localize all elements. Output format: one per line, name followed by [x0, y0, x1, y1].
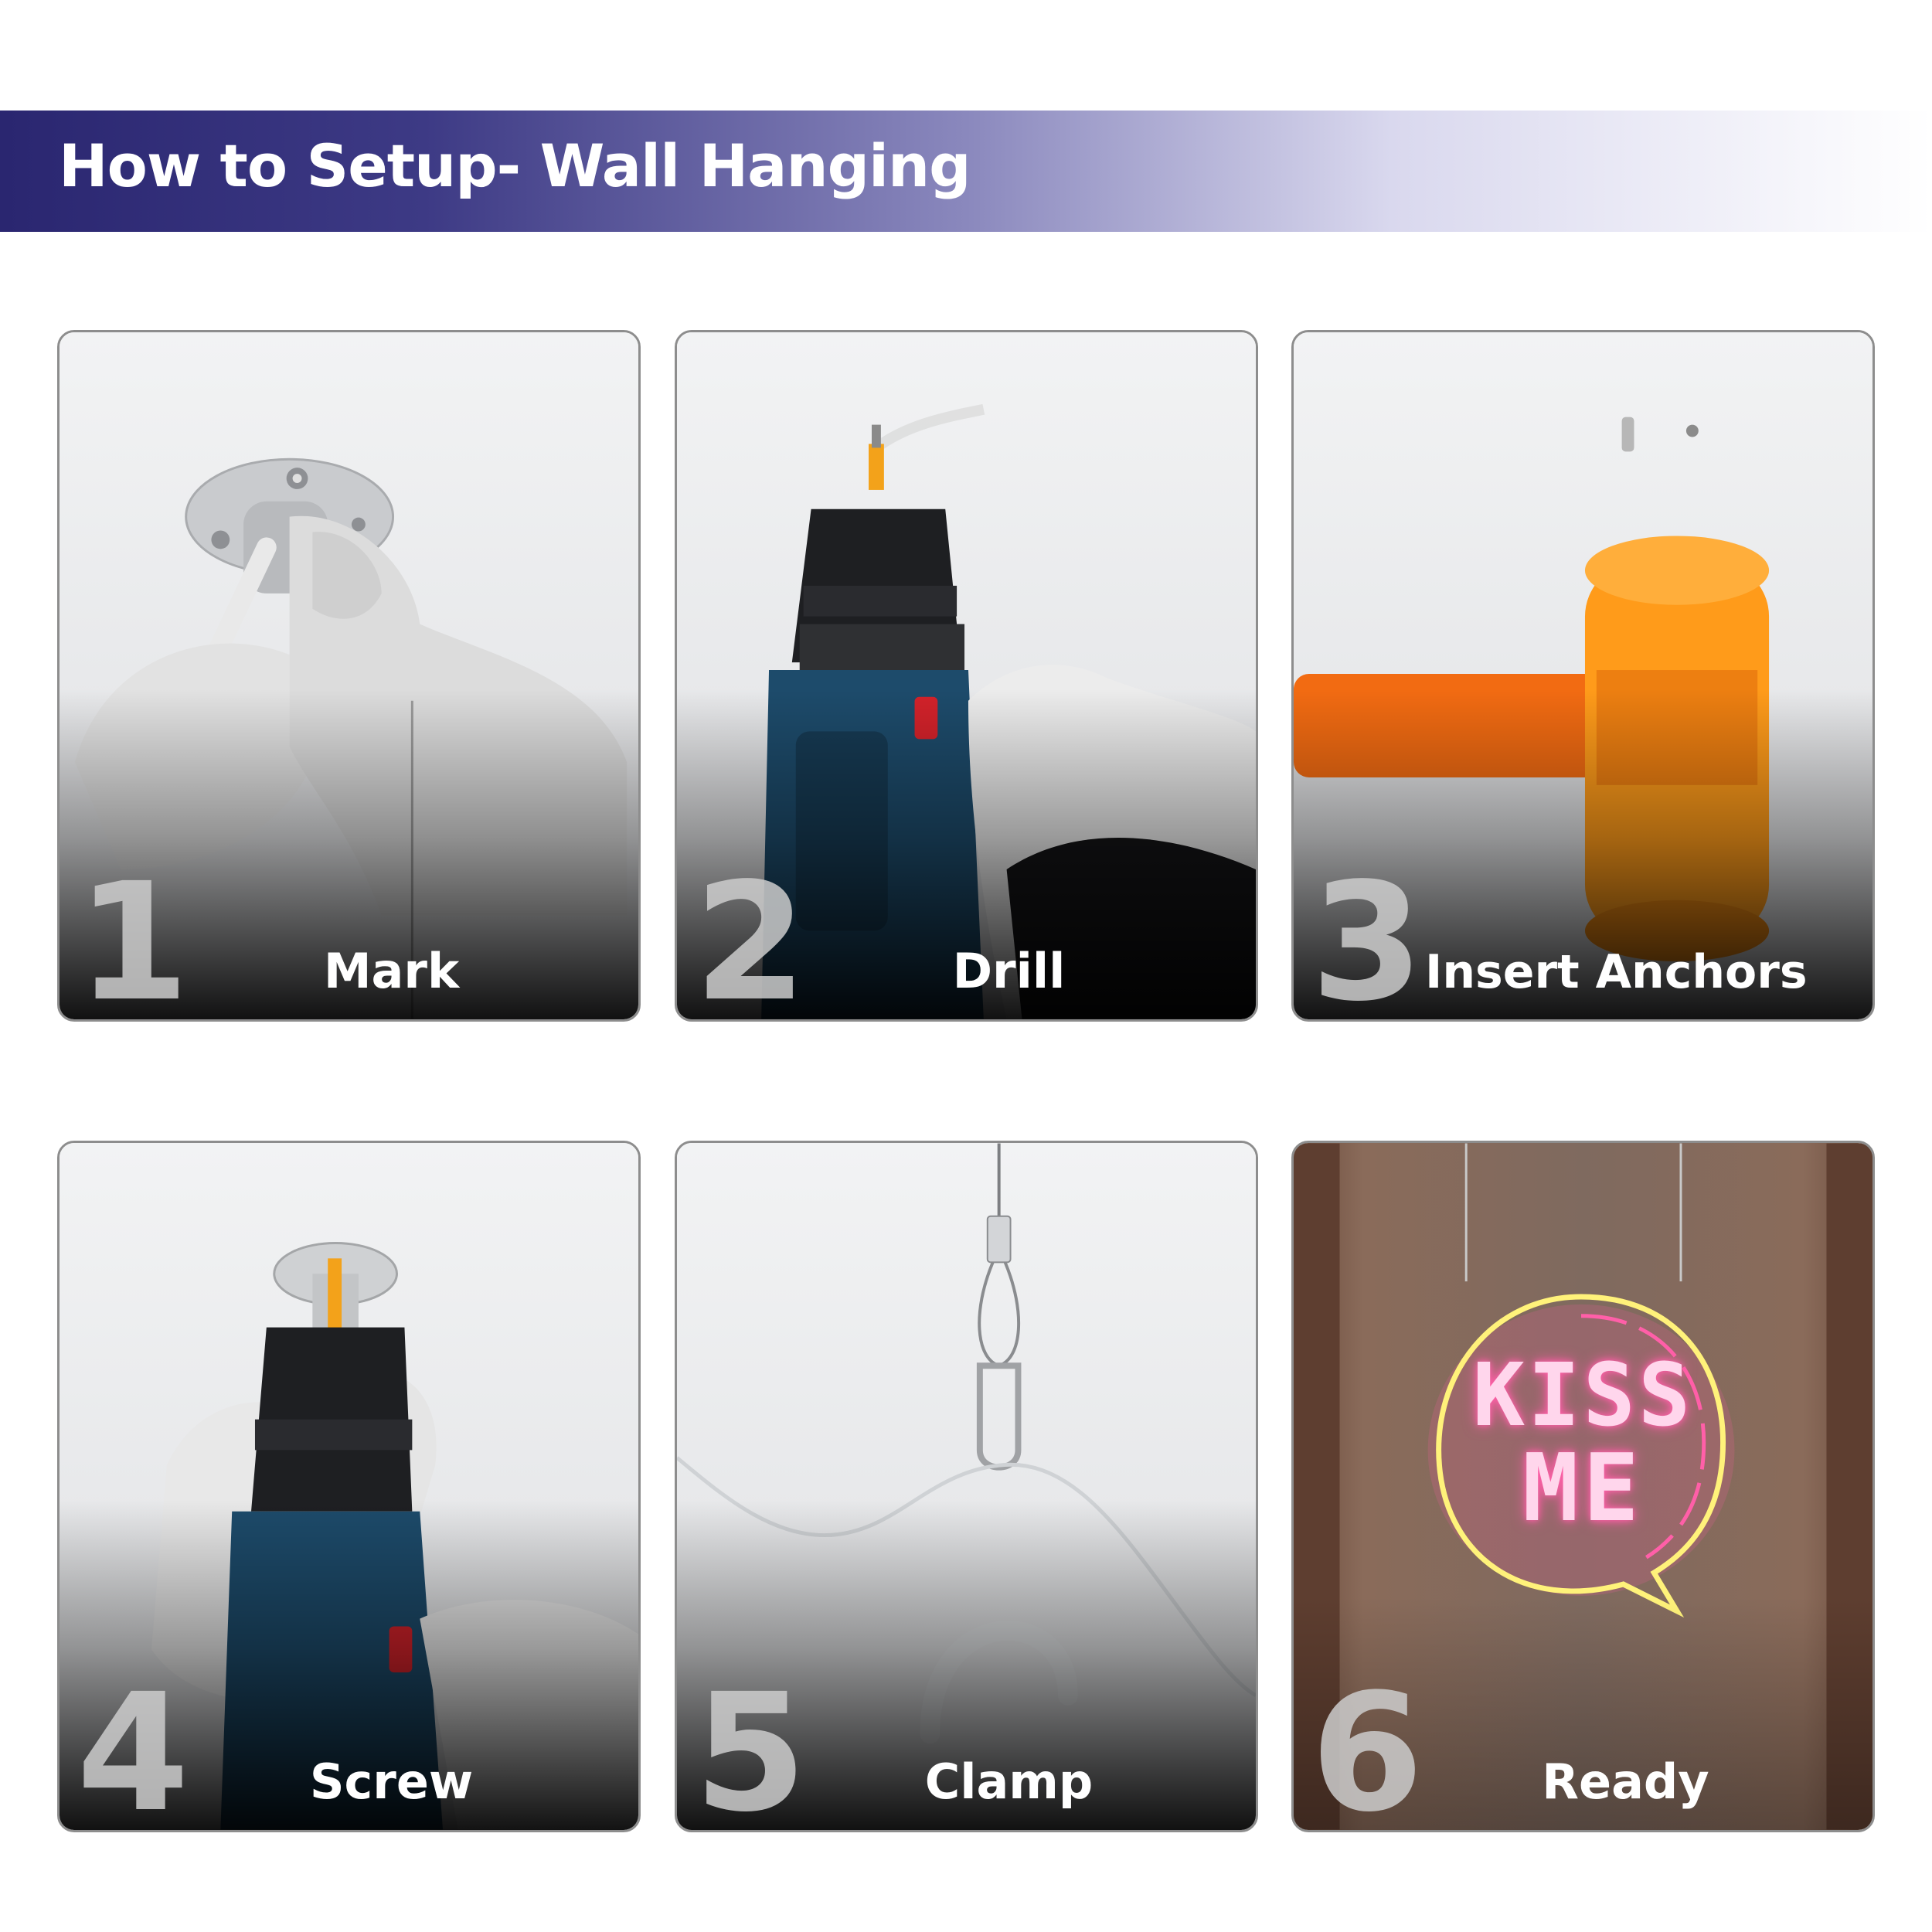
- step-label: Drill: [952, 943, 1066, 999]
- step-card-screw: 4 Screw: [57, 1141, 641, 1832]
- page-title: How to Setup- Wall Hanging: [59, 131, 971, 200]
- step-card-insert-anchors: 3 Insert Anchors: [1291, 330, 1875, 1022]
- step-label: Clamp: [924, 1753, 1094, 1810]
- step-card-ready: KISS ME 6 Ready: [1291, 1141, 1875, 1832]
- step-card-drill: 2 Drill: [675, 330, 1258, 1022]
- step-card-mark: 1 Mark: [57, 330, 641, 1022]
- neon-text-line1: KISS: [1472, 1345, 1694, 1446]
- step-label: Insert Anchors: [1425, 945, 1808, 999]
- step-label: Ready: [1542, 1753, 1709, 1810]
- step-card-clamp: 5 Clamp: [675, 1141, 1258, 1832]
- neon-text-line2: ME: [1522, 1435, 1644, 1543]
- step-label: Screw: [309, 1753, 474, 1810]
- step-label: Mark: [323, 943, 460, 999]
